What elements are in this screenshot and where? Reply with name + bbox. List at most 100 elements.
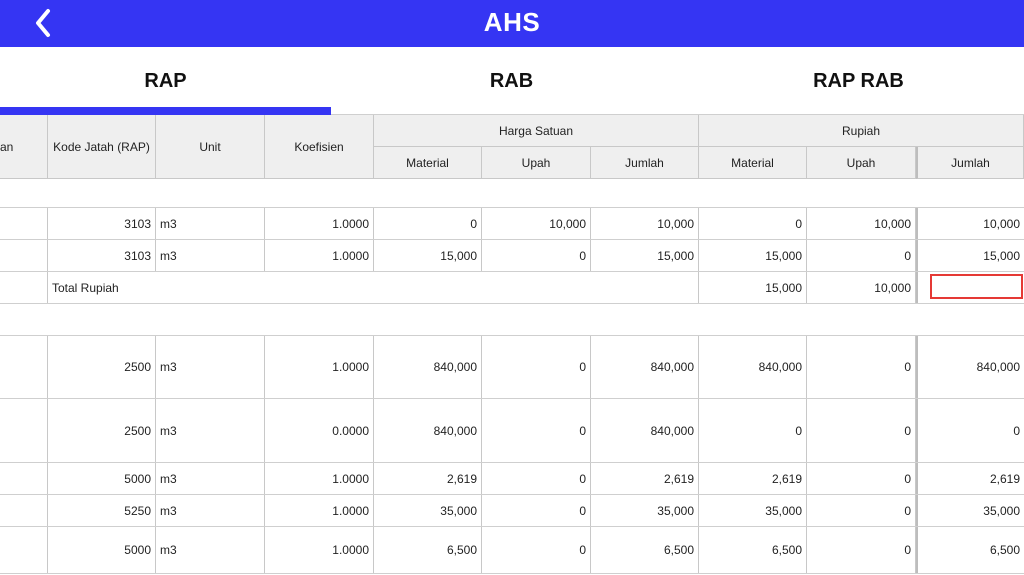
rp-jumlah-cell: 15,000 <box>916 240 1024 271</box>
row-partial-cell <box>0 399 48 462</box>
row-partial-cell <box>0 527 48 573</box>
row-partial-cell <box>0 336 48 398</box>
header-kode-jatah: Kode Jatah (RAP) <box>48 115 156 179</box>
tab-bar: RAP RAB RAP RAB <box>0 47 1024 115</box>
table-row[interactable]: 3103 m3 1.0000 0 10,000 10,000 0 10,000 … <box>0 208 1024 240</box>
header-hs-jumlah: Jumlah <box>591 147 699 179</box>
total-material-cell: 15,000 <box>699 272 807 303</box>
header-rp-jumlah: Jumlah <box>916 147 1024 179</box>
kode-cell: 5250 <box>48 495 156 526</box>
hs-material-cell: 35,000 <box>374 495 482 526</box>
table-row[interactable]: 5250 m3 1.0000 35,000 0 35,000 35,000 0 … <box>0 495 1024 527</box>
row-partial-cell <box>0 463 48 494</box>
total-jumlah-input[interactable] <box>930 274 1023 299</box>
table-row[interactable]: 2500 m3 0.0000 840,000 0 840,000 0 0 0 <box>0 399 1024 463</box>
kode-cell: 3103 <box>48 240 156 271</box>
rp-jumlah-cell: 35,000 <box>916 495 1024 526</box>
active-tab-indicator <box>0 107 331 115</box>
koefisien-cell: 1.0000 <box>265 463 374 494</box>
kode-cell: 2500 <box>48 399 156 462</box>
hs-jumlah-cell: 35,000 <box>591 495 699 526</box>
hs-jumlah-cell: 6,500 <box>591 527 699 573</box>
header-hs-material: Material <box>374 147 482 179</box>
rp-jumlah-cell: 2,619 <box>916 463 1024 494</box>
unit-cell: m3 <box>156 336 265 398</box>
hs-jumlah-cell: 840,000 <box>591 399 699 462</box>
rp-material-cell: 0 <box>699 208 807 239</box>
hs-upah-cell: 0 <box>482 495 591 526</box>
hs-upah-cell: 10,000 <box>482 208 591 239</box>
unit-cell: m3 <box>156 208 265 239</box>
total-row: Total Rupiah 15,000 10,000 <box>0 272 1024 304</box>
table-row[interactable]: 5000 m3 1.0000 6,500 0 6,500 6,500 0 6,5… <box>0 527 1024 574</box>
kode-cell: 5000 <box>48 527 156 573</box>
hs-upah-cell: 0 <box>482 463 591 494</box>
row-partial-cell <box>0 495 48 526</box>
kode-cell: 3103 <box>48 208 156 239</box>
hs-material-cell: 2,619 <box>374 463 482 494</box>
header-unit: Unit <box>156 115 265 179</box>
row-partial-cell <box>0 272 48 303</box>
header-cell-partial: an <box>0 115 48 179</box>
rp-material-cell: 840,000 <box>699 336 807 398</box>
koefisien-cell: 1.0000 <box>265 208 374 239</box>
tab-rap[interactable]: RAP <box>0 47 331 115</box>
page-title: AHS <box>483 7 541 37</box>
unit-cell: m3 <box>156 399 265 462</box>
total-jumlah-cell[interactable] <box>916 272 1024 303</box>
ahs-table[interactable]: an Kode Jatah (RAP) Unit Koefisien Harga… <box>0 115 1024 575</box>
koefisien-cell: 1.0000 <box>265 240 374 271</box>
koefisien-cell: 1.0000 <box>265 495 374 526</box>
header-rupiah: Rupiah <box>699 115 1024 147</box>
hs-material-cell: 6,500 <box>374 527 482 573</box>
rp-material-cell: 15,000 <box>699 240 807 271</box>
group-row <box>0 304 1024 336</box>
unit-cell: m3 <box>156 240 265 271</box>
rp-upah-cell: 10,000 <box>807 208 916 239</box>
rp-jumlah-cell: 840,000 <box>916 336 1024 398</box>
header-rp-upah: Upah <box>807 147 916 179</box>
header-hs-upah: Upah <box>482 147 591 179</box>
rp-material-cell: 35,000 <box>699 495 807 526</box>
hs-jumlah-cell: 15,000 <box>591 240 699 271</box>
table-row[interactable]: 2500 m3 1.0000 840,000 0 840,000 840,000… <box>0 336 1024 399</box>
total-upah-cell: 10,000 <box>807 272 916 303</box>
table-row[interactable]: 3103 m3 1.0000 15,000 0 15,000 15,000 0 … <box>0 240 1024 272</box>
kode-cell: 5000 <box>48 463 156 494</box>
hs-jumlah-cell: 840,000 <box>591 336 699 398</box>
rp-upah-cell: 0 <box>807 336 916 398</box>
kode-cell: 2500 <box>48 336 156 398</box>
rp-upah-cell: 0 <box>807 240 916 271</box>
header-harga-satuan: Harga Satuan <box>374 115 699 147</box>
hs-upah-cell: 0 <box>482 240 591 271</box>
unit-cell: m3 <box>156 527 265 573</box>
koefisien-cell: 0.0000 <box>265 399 374 462</box>
rp-material-cell: 2,619 <box>699 463 807 494</box>
tab-rab[interactable]: RAB <box>346 47 677 115</box>
hs-jumlah-cell: 10,000 <box>591 208 699 239</box>
rp-jumlah-cell: 0 <box>916 399 1024 462</box>
rp-upah-cell: 0 <box>807 463 916 494</box>
koefisien-cell: 1.0000 <box>265 527 374 573</box>
koefisien-cell: 1.0000 <box>265 336 374 398</box>
table-row[interactable]: 5000 m3 1.0000 2,619 0 2,619 2,619 0 2,6… <box>0 463 1024 495</box>
hs-material-cell: 15,000 <box>374 240 482 271</box>
hs-material-cell: 840,000 <box>374 399 482 462</box>
total-label: Total Rupiah <box>48 272 699 303</box>
row-partial-cell <box>0 208 48 239</box>
header-koefisien: Koefisien <box>265 115 374 179</box>
rp-jumlah-cell: 6,500 <box>916 527 1024 573</box>
hs-jumlah-cell: 2,619 <box>591 463 699 494</box>
header-rp-material: Material <box>699 147 807 179</box>
rp-upah-cell: 0 <box>807 399 916 462</box>
hs-material-cell: 840,000 <box>374 336 482 398</box>
unit-cell: m3 <box>156 463 265 494</box>
group-row <box>0 179 1024 208</box>
hs-upah-cell: 0 <box>482 527 591 573</box>
tab-rap-rab[interactable]: RAP RAB <box>693 47 1024 115</box>
rp-material-cell: 6,500 <box>699 527 807 573</box>
rp-upah-cell: 0 <box>807 495 916 526</box>
unit-cell: m3 <box>156 495 265 526</box>
rp-material-cell: 0 <box>699 399 807 462</box>
hs-upah-cell: 0 <box>482 399 591 462</box>
